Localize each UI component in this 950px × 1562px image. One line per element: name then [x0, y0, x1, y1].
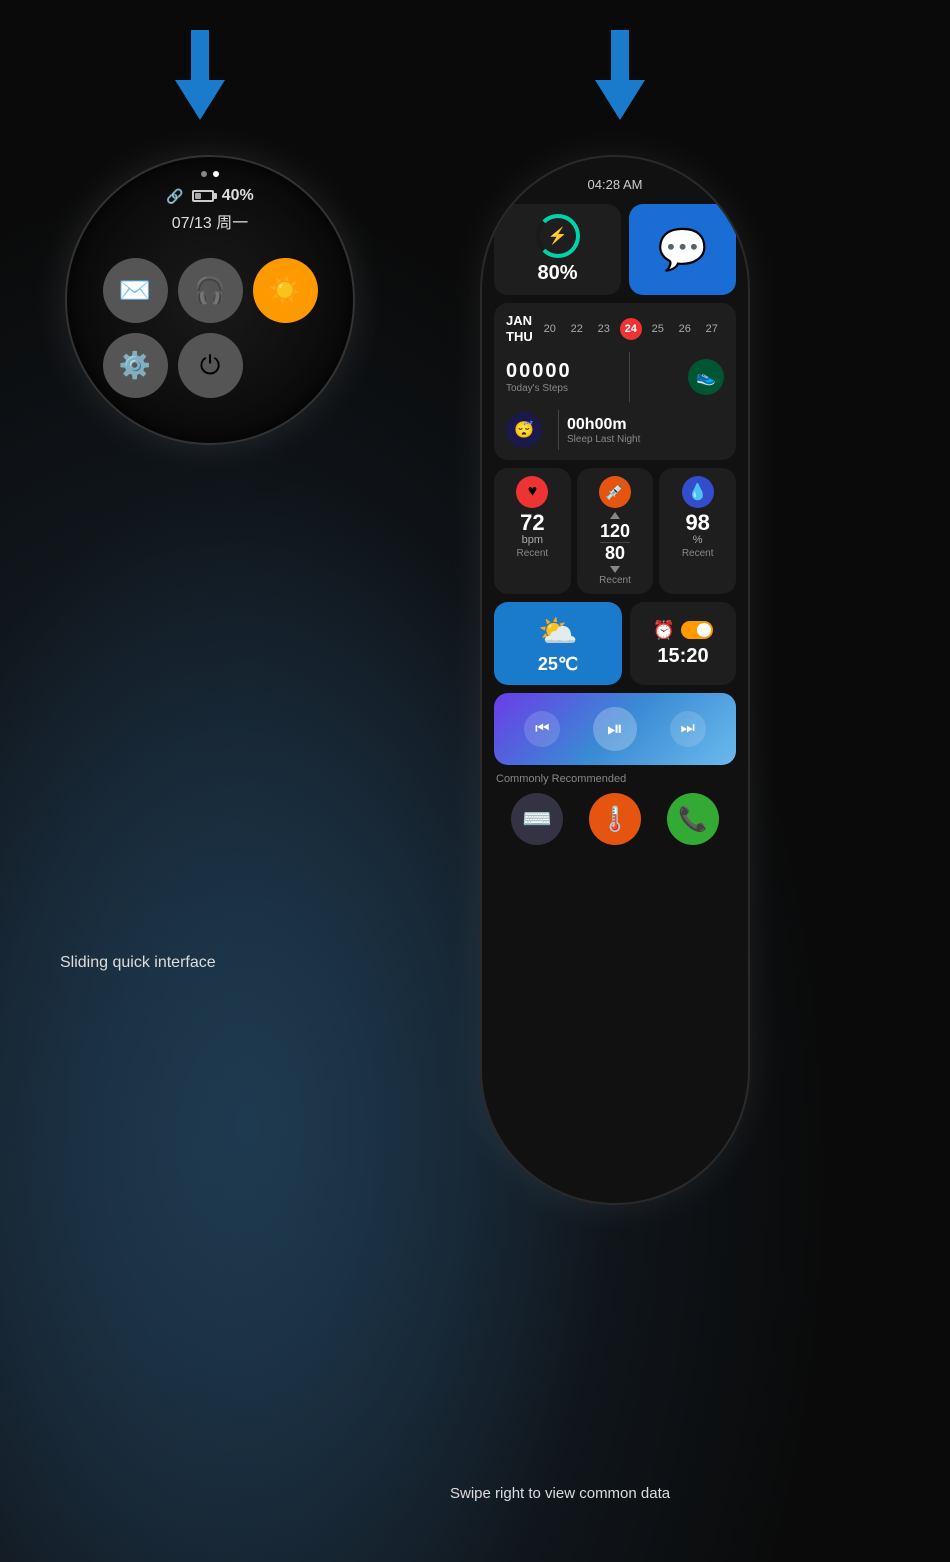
music-next-button[interactable]: ⏭ — [670, 711, 706, 747]
alarm-header: ⏰ — [653, 620, 713, 641]
battery-percentage: 40% — [222, 187, 254, 205]
keyboard-app-icon[interactable]: ⌨️ — [511, 793, 563, 845]
bp-arrow-up — [610, 512, 620, 519]
bp-sublabel: Recent — [599, 575, 631, 586]
cal-date-25: 25 — [647, 318, 669, 340]
sleep-divider — [558, 410, 559, 450]
bp-systolic: 120 — [600, 521, 630, 542]
sleep-data: 00h00m Sleep Last Night — [567, 416, 640, 445]
music-prev-button[interactable]: ⏮ — [524, 711, 560, 747]
health-metrics-row: ♥ 72 bpm Recent 💉 120 80 Recent 💧 98 % R… — [494, 468, 736, 594]
message-card[interactable]: 💬 — [629, 204, 736, 295]
headphone-icon[interactable]: 🎧 — [178, 258, 243, 323]
dot-1 — [201, 171, 207, 177]
battery-fill — [195, 193, 201, 199]
sleep-row: 😴 00h00m Sleep Last Night — [506, 410, 724, 450]
weather-icon: ⛅ — [538, 612, 578, 650]
alarm-time: 15:20 — [657, 645, 708, 668]
weather-temperature: 25℃ — [538, 654, 578, 675]
battery-icon — [192, 190, 214, 202]
right-watch: 04:28 AM ⚡ 80% 💬 JAN THU 20 22 23 24 25 — [480, 155, 750, 1205]
power-icon[interactable]: ⏻ — [178, 333, 243, 398]
sleep-icon: 😴 — [506, 412, 542, 448]
blood-pressure-card[interactable]: 💉 120 80 Recent — [577, 468, 654, 594]
blood-pressure-icon: 💉 — [599, 476, 631, 508]
charge-ring: ⚡ — [536, 214, 580, 258]
oxygen-sublabel: Recent — [682, 548, 714, 559]
settings-icon[interactable]: ⚙️ — [103, 333, 168, 398]
steps-label: Today's Steps — [506, 383, 572, 394]
recommended-label: Commonly Recommended — [494, 773, 736, 785]
right-arrow — [595, 30, 645, 120]
oxygen-unit: % — [693, 534, 703, 546]
caption-left: Sliding quick interface — [60, 954, 216, 972]
watch-date: 07/13 周一 — [172, 209, 249, 233]
watch-status-bar: 🔗 40% — [166, 187, 253, 205]
thermometer-app-icon[interactable]: 🌡️ — [589, 793, 641, 845]
left-watch: 🔗 40% 07/13 周一 ✉️ 🎧 ☀️ ⚙️ ⏻ — [65, 155, 355, 445]
calendar-dates: 20 22 23 24 25 26 27 — [539, 318, 723, 340]
caption-right: Swipe right to view common data — [450, 1485, 670, 1502]
alarm-card[interactable]: ⏰ 15:20 — [630, 602, 736, 685]
heart-rate-value: 72 — [520, 512, 544, 534]
music-play-pause-button[interactable]: ⏯ — [593, 707, 637, 751]
heart-icon: ♥ — [516, 476, 548, 508]
bp-diastolic: 80 — [605, 543, 625, 564]
brightness-icon[interactable]: ☀️ — [253, 258, 318, 323]
weather-alarm-row: ⛅ 25℃ ⏰ 15:20 — [494, 602, 736, 685]
bp-values: 120 80 — [600, 521, 630, 564]
dot-2 — [213, 171, 219, 177]
mail-icon[interactable]: ✉️ — [103, 258, 168, 323]
cal-date-22: 22 — [566, 318, 588, 340]
recommended-apps-row: ⌨️ 🌡️ 📞 — [494, 793, 736, 845]
heart-rate-unit: bpm — [522, 534, 543, 546]
calendar-steps-card: JAN THU 20 22 23 24 25 26 27 00000 Today… — [494, 303, 736, 460]
cal-date-26: 26 — [674, 318, 696, 340]
phone-app-icon[interactable]: 📞 — [667, 793, 719, 845]
bp-arrow-down — [610, 566, 620, 573]
music-card: ⏮ ⏯ ⏭ — [494, 693, 736, 765]
weather-card[interactable]: ⛅ 25℃ — [494, 602, 622, 685]
watch-app-grid: ✉️ 🎧 ☀️ ⚙️ ⏻ — [103, 258, 318, 398]
heart-rate-card[interactable]: ♥ 72 bpm Recent — [494, 468, 571, 594]
sleep-label: Sleep Last Night — [567, 434, 640, 445]
battery-body — [192, 190, 214, 202]
message-icon: 💬 — [658, 226, 708, 273]
link-icon: 🔗 — [166, 188, 183, 205]
charge-bolt-icon: ⚡ — [548, 226, 568, 246]
heart-rate-sublabel: Recent — [516, 548, 548, 559]
charge-percentage: 80% — [537, 262, 577, 285]
calendar-month-day: JAN THU — [506, 313, 533, 344]
calendar-header: JAN THU 20 22 23 24 25 26 27 — [506, 313, 724, 344]
alarm-toggle[interactable] — [681, 621, 713, 639]
cal-date-23: 23 — [593, 318, 615, 340]
cal-date-27: 27 — [701, 318, 723, 340]
cal-date-24-today: 24 — [620, 318, 642, 340]
oxygen-icon: 💧 — [682, 476, 714, 508]
steps-row: 00000 Today's Steps 👟 — [506, 352, 724, 402]
page-dots — [201, 171, 219, 177]
oxygen-value: 98 — [685, 512, 709, 534]
sleep-time: 00h00m — [567, 416, 640, 434]
alarm-clock-icon: ⏰ — [653, 620, 675, 641]
left-arrow — [175, 30, 225, 120]
steps-data: 00000 Today's Steps — [506, 360, 572, 394]
steps-icon: 👟 — [688, 359, 724, 395]
oxygen-card[interactable]: 💧 98 % Recent — [659, 468, 736, 594]
cal-date-20: 20 — [539, 318, 561, 340]
charge-message-row: ⚡ 80% 💬 — [494, 204, 736, 295]
steps-divider — [629, 352, 630, 402]
charge-card[interactable]: ⚡ 80% — [494, 204, 621, 295]
steps-count: 00000 — [506, 360, 572, 383]
